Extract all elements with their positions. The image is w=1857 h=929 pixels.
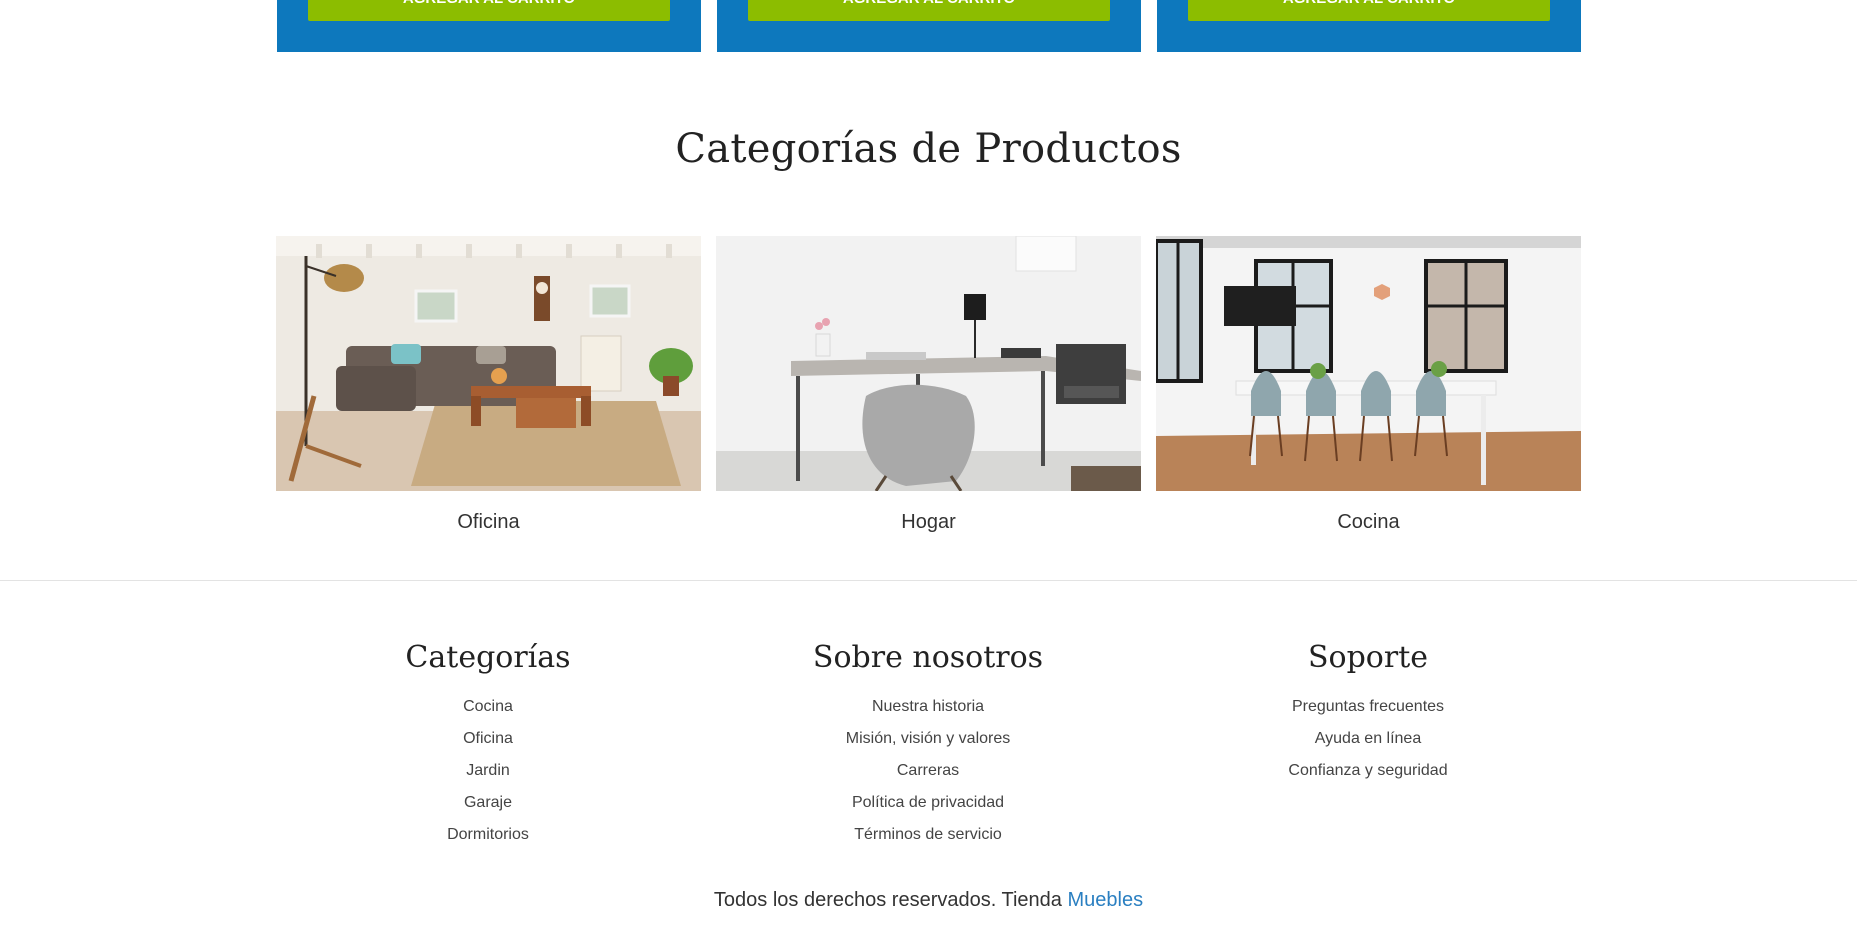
- categories-section-title: Categorías de Productos: [675, 126, 1182, 172]
- category-card-cocina[interactable]: Cocina: [1156, 236, 1581, 534]
- footer-link-oficina[interactable]: Oficina: [463, 730, 513, 747]
- footer-column-title: Categorías: [405, 640, 571, 675]
- living-room-photo[interactable]: [276, 236, 701, 491]
- add-to-cart-button[interactable]: Agregar al carrito: [308, 0, 670, 21]
- dining-room-photo[interactable]: [1156, 236, 1581, 491]
- footer-link-terms[interactable]: Términos de servicio: [854, 826, 1002, 843]
- footer-link-jardin[interactable]: Jardin: [466, 762, 510, 779]
- store-link[interactable]: Muebles: [1067, 889, 1143, 911]
- footer-link-online-help[interactable]: Ayuda en línea: [1315, 730, 1421, 747]
- product-cards-strip: Agregar al carrito Agregar al carrito Ag…: [0, 0, 1857, 53]
- product-card: Agregar al carrito: [277, 0, 701, 52]
- footer-link-careers[interactable]: Carreras: [897, 762, 959, 779]
- footer-column-title: Sobre nosotros: [812, 640, 1044, 675]
- copyright-notice: Todos los derechos reservados. Tienda Mu…: [0, 889, 1857, 912]
- add-to-cart-button[interactable]: Agregar al carrito: [1188, 0, 1550, 21]
- footer-link-mission[interactable]: Misión, visión y valores: [846, 730, 1011, 747]
- product-card: Agregar al carrito: [1157, 0, 1581, 52]
- footer-column-categories: Categorías Cocina Oficina Jardin Garaje …: [268, 638, 708, 851]
- footer-link-trust-safety[interactable]: Confianza y seguridad: [1288, 762, 1447, 779]
- footer-link-history[interactable]: Nuestra historia: [872, 698, 984, 715]
- category-label[interactable]: Oficina: [276, 511, 701, 534]
- product-card: Agregar al carrito: [717, 0, 1141, 52]
- footer-link-dormitorios[interactable]: Dormitorios: [447, 826, 529, 843]
- footer-link-garaje[interactable]: Garaje: [464, 794, 512, 811]
- footer-column-title: Soporte: [1307, 640, 1429, 675]
- desk-workspace-photo[interactable]: [716, 236, 1141, 491]
- add-to-cart-button[interactable]: Agregar al carrito: [748, 0, 1110, 21]
- category-card-hogar[interactable]: Hogar: [716, 236, 1141, 534]
- footer-column-about: Sobre nosotros Nuestra historia Misión, …: [708, 638, 1148, 851]
- category-card-oficina[interactable]: Oficina: [276, 236, 701, 534]
- category-label[interactable]: Cocina: [1156, 511, 1581, 534]
- footer-link-faq[interactable]: Preguntas frecuentes: [1292, 698, 1444, 715]
- footer-column-support: Soporte Preguntas frecuentes Ayuda en lí…: [1148, 638, 1588, 787]
- copyright-text: Todos los derechos reservados. Tienda: [713, 889, 1062, 911]
- footer-link-privacy[interactable]: Política de privacidad: [852, 794, 1004, 811]
- footer-divider: [0, 580, 1857, 581]
- footer-link-cocina[interactable]: Cocina: [463, 698, 513, 715]
- category-label[interactable]: Hogar: [716, 511, 1141, 534]
